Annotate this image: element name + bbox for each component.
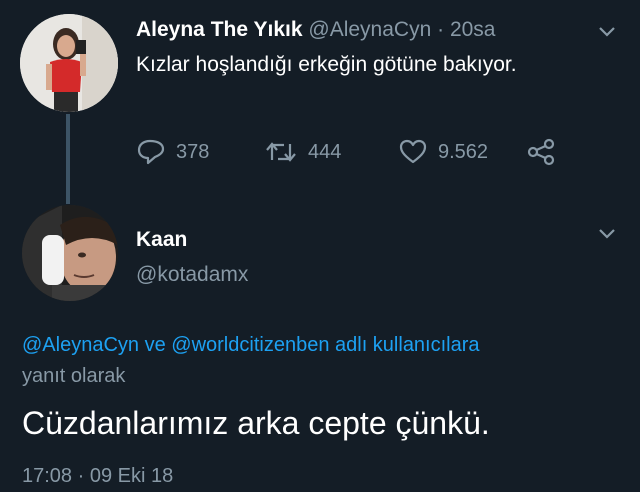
reply-button[interactable]: 378 xyxy=(136,138,209,166)
tweet1-author-handle[interactable]: @AleynaCyn xyxy=(308,18,431,41)
user-photo-icon xyxy=(20,14,118,112)
tweet1-actions: 378 444 9.562 xyxy=(136,138,576,168)
heart-icon xyxy=(399,139,427,164)
avatar-aleyna[interactable] xyxy=(20,14,118,112)
user-photo-icon xyxy=(22,205,118,301)
mention-worldcitizenben[interactable]: @worldcitizenben xyxy=(171,334,329,356)
reply-count: 378 xyxy=(176,140,210,163)
reply-suffix: adlı kullanıcılara xyxy=(335,334,480,356)
avatar-kaan[interactable] xyxy=(22,205,118,301)
separator-dot: · xyxy=(437,18,445,41)
tweet2-timestamp[interactable]: 17:08 · 09 Eki 18 xyxy=(22,465,173,488)
thread-line xyxy=(66,114,70,204)
retweet-button[interactable]: 444 xyxy=(264,138,341,166)
tweet1-header: Aleyna The Yıkık @AleynaCyn · 20sa xyxy=(136,18,495,42)
retweet-count: 444 xyxy=(308,140,342,163)
reply-to-context: @AleynaCyn ve @worldcitizenben adlı kull… xyxy=(22,330,632,392)
reply-icon xyxy=(137,139,165,165)
reply-connector: ve xyxy=(144,334,166,356)
tweet1-time[interactable]: 20sa xyxy=(450,18,496,41)
tweet1-author-name[interactable]: Aleyna The Yıkık xyxy=(136,18,303,41)
tweet2-author-name[interactable]: Kaan xyxy=(136,228,187,252)
retweet-icon xyxy=(266,142,296,162)
like-count: 9.562 xyxy=(438,140,489,163)
chevron-down-icon[interactable] xyxy=(596,222,618,249)
tweet2-author-handle[interactable]: @kotadamx xyxy=(136,263,248,287)
share-button[interactable] xyxy=(526,138,566,166)
tweet2-text: Cüzdanlarımız arka cepte çünkü. xyxy=(22,405,490,441)
mention-aleynacyn[interactable]: @AleynaCyn xyxy=(22,334,139,356)
like-button[interactable]: 9.562 xyxy=(398,138,488,166)
tweet1-text: Kızlar hoşlandığı erkeğin götüne bakıyor… xyxy=(136,53,517,76)
reply-line2: yanıt olarak xyxy=(22,365,126,387)
share-icon xyxy=(527,138,555,166)
chevron-down-icon[interactable] xyxy=(596,20,618,47)
